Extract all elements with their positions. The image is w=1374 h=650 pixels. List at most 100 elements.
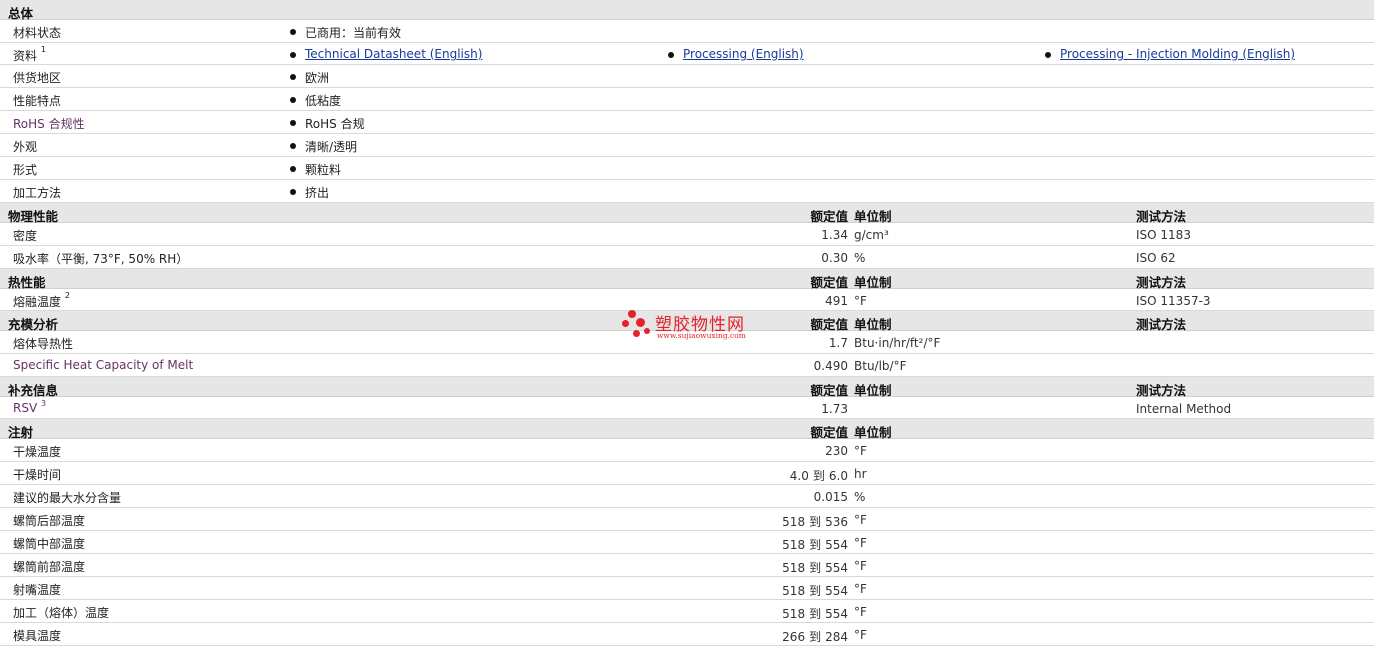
test-density: ISO 1183 (1136, 228, 1191, 242)
label-max-moisture: 建议的最大水分含量 (13, 491, 122, 505)
value-water-absorption: 0.30 (821, 251, 848, 265)
value-specific-heat: 0.490 (813, 359, 848, 373)
value-density: 1.34 (821, 228, 848, 242)
row-rear-barrel-temp: 螺筒后部温度 518 到 536 °F (0, 508, 1374, 531)
value-features: 低粘度 (305, 94, 342, 108)
unit-melt-thermal-conductivity: Btu·in/hr/ft²/°F (854, 336, 941, 350)
unit-middle-barrel-temp: °F (854, 536, 867, 550)
value-max-moisture: 0.015 (813, 490, 848, 504)
value-melt-temp: 518 到 554 (782, 607, 848, 621)
row-max-moisture: 建议的最大水分含量 0.015 % (0, 485, 1374, 508)
link-processing[interactable]: Processing (English) (683, 47, 804, 61)
value-rsv: 1.73 (821, 402, 848, 416)
test-water-absorption: ISO 62 (1136, 251, 1176, 265)
value-rear-barrel-temp: 518 到 536 (782, 515, 848, 529)
bullet-icon (290, 143, 296, 149)
label-melt-thermal-conductivity: 熔体导热性 (13, 337, 74, 351)
value-front-barrel-temp: 518 到 554 (782, 561, 848, 575)
unit-drying-time: hr (854, 467, 867, 481)
value-melt-thermal-conductivity: 1.7 (828, 336, 848, 350)
section-thermal: 热性能 额定值 单位制 测试方法 (0, 269, 1374, 290)
unit-nozzle-temp: °F (854, 582, 867, 596)
bullet-icon (1045, 52, 1051, 58)
test-melting-temp: ISO 11357-3 (1136, 294, 1211, 308)
row-appearance: 外观 清晰/透明 (0, 134, 1374, 157)
unit-mold-temp: °F (854, 628, 867, 642)
value-mold-temp: 266 到 284 (782, 630, 848, 644)
row-density: 密度 1.34 g/cm³ ISO 1183 (0, 223, 1374, 246)
value-material-status: 已商用：当前有效 (305, 26, 402, 40)
row-drying-temp: 干燥温度 230 °F (0, 439, 1374, 462)
section-supplement: 补充信息 额定值 单位制 测试方法 (0, 377, 1374, 398)
label-processing-method: 加工方法 (13, 186, 62, 200)
section-general: 总体 (0, 0, 1374, 21)
bullet-icon (290, 166, 296, 172)
row-rsv: RSV 3 1.73 Internal Method (0, 397, 1374, 419)
value-nozzle-temp: 518 到 554 (782, 584, 848, 598)
label-appearance: 外观 (13, 140, 38, 154)
bullet-icon (290, 29, 296, 35)
row-melt-thermal-conductivity: 熔体导热性 1.7 Btu·in/hr/ft²/°F (0, 331, 1374, 354)
row-supply-region: 供货地区 欧洲 (0, 65, 1374, 88)
link-technical-datasheet[interactable]: Technical Datasheet (English) (305, 47, 482, 61)
row-material-status: 材料状态 已商用：当前有效 (0, 20, 1374, 43)
value-drying-time: 4.0 到 6.0 (789, 469, 848, 483)
value-appearance: 清晰/透明 (305, 140, 358, 154)
unit-max-moisture: % (854, 490, 866, 504)
label-melting-temp: 熔融温度 2 (13, 291, 70, 309)
link-processing-injection-molding[interactable]: Processing - Injection Molding (English) (1060, 47, 1295, 61)
value-form: 颗粒料 (305, 163, 342, 177)
value-processing-method: 挤出 (305, 186, 330, 200)
label-rohs[interactable]: RoHS 合规性 (13, 115, 85, 132)
value-drying-temp: 230 (825, 444, 848, 458)
row-form: 形式 颗粒料 (0, 157, 1374, 180)
label-rear-barrel-temp: 螺筒后部温度 (13, 514, 86, 528)
section-filling: 充模分析 额定值 单位制 测试方法 (0, 311, 1374, 332)
label-drying-time: 干燥时间 (13, 468, 62, 482)
row-water-absorption: 吸水率（平衡, 73°F, 50% RH） 0.30 % ISO 62 (0, 246, 1374, 269)
unit-water-absorption: % (854, 251, 866, 265)
bullet-icon (290, 189, 296, 195)
unit-rear-barrel-temp: °F (854, 513, 867, 527)
unit-drying-temp: °F (854, 444, 867, 458)
label-specific-heat[interactable]: Specific Heat Capacity of Melt (13, 358, 193, 372)
row-melt-temp: 加工（熔体）温度 518 到 554 °F (0, 600, 1374, 623)
unit-front-barrel-temp: °F (854, 559, 867, 573)
label-features: 性能特点 (13, 94, 62, 108)
row-front-barrel-temp: 螺筒前部温度 518 到 554 °F (0, 554, 1374, 577)
section-injection: 注射 额定值 单位制 (0, 419, 1374, 440)
row-middle-barrel-temp: 螺筒中部温度 518 到 554 °F (0, 531, 1374, 554)
label-drying-temp: 干燥温度 (13, 445, 62, 459)
label-middle-barrel-temp: 螺筒中部温度 (13, 537, 86, 551)
value-rohs: RoHS 合规 (305, 117, 365, 131)
label-front-barrel-temp: 螺筒前部温度 (13, 560, 86, 574)
value-melting-temp: 491 (825, 294, 848, 308)
row-specific-heat: Specific Heat Capacity of Melt 0.490 Btu… (0, 354, 1374, 377)
row-melting-temp: 熔融温度 2 491 °F ISO 11357-3 (0, 289, 1374, 311)
unit-specific-heat: Btu/lb/°F (854, 359, 907, 373)
bullet-icon (290, 52, 296, 58)
section-physical: 物理性能 额定值 单位制 测试方法 (0, 203, 1374, 224)
row-processing-method: 加工方法 挤出 (0, 180, 1374, 203)
unit-melting-temp: °F (854, 294, 867, 308)
row-drying-time: 干燥时间 4.0 到 6.0 hr (0, 462, 1374, 485)
datasheet: 总体 材料状态 已商用：当前有效 资料 1 Technical Datashee… (0, 0, 1374, 646)
bullet-icon (290, 120, 296, 126)
bullet-icon (290, 74, 296, 80)
label-supply-region: 供货地区 (13, 71, 62, 85)
unit-density: g/cm³ (854, 228, 889, 242)
row-features: 性能特点 低粘度 (0, 88, 1374, 111)
label-rsv[interactable]: RSV 3 (13, 399, 46, 415)
value-middle-barrel-temp: 518 到 554 (782, 538, 848, 552)
label-nozzle-temp: 射嘴温度 (13, 583, 62, 597)
test-rsv: Internal Method (1136, 402, 1232, 416)
unit-melt-temp: °F (854, 605, 867, 619)
row-nozzle-temp: 射嘴温度 518 到 554 °F (0, 577, 1374, 600)
row-documents: 资料 1 Technical Datasheet (English) Proce… (0, 43, 1374, 65)
bullet-icon (668, 52, 674, 58)
label-mold-temp: 模具温度 (13, 629, 62, 643)
label-density: 密度 (13, 229, 38, 243)
row-rohs: RoHS 合规性 RoHS 合规 (0, 111, 1374, 134)
label-melt-temp: 加工（熔体）温度 (13, 606, 110, 620)
label-material-status: 材料状态 (13, 26, 62, 40)
